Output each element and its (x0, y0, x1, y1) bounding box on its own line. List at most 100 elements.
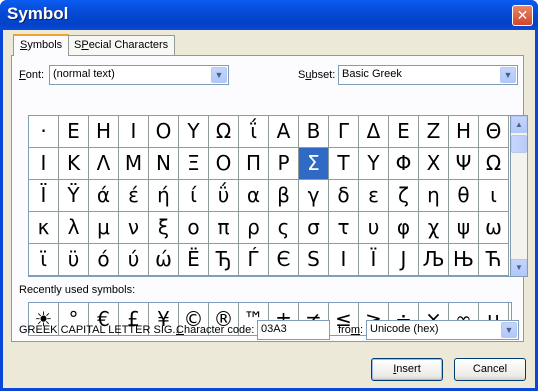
symbol-cell[interactable]: π (209, 212, 239, 244)
symbol-cell[interactable]: Ï (359, 244, 389, 276)
chevron-down-icon[interactable]: ▼ (211, 67, 227, 83)
scroll-up-icon[interactable]: ▲ (511, 116, 527, 133)
symbol-cell[interactable]: Υ (359, 148, 389, 180)
symbol-cell[interactable]: Χ (419, 148, 449, 180)
scroll-down-icon[interactable]: ▼ (511, 259, 527, 276)
symbol-cell[interactable]: ΐ (239, 116, 269, 148)
symbol-cell[interactable]: Ρ (269, 148, 299, 180)
symbol-cell[interactable]: Ψ (449, 148, 479, 180)
symbol-cell[interactable]: λ (59, 212, 89, 244)
symbol-cell[interactable]: υ (359, 212, 389, 244)
symbol-cell[interactable]: ω (479, 212, 509, 244)
symbol-cell[interactable]: Η (89, 116, 119, 148)
symbol-cell[interactable]: ξ (149, 212, 179, 244)
symbol-cell[interactable]: ή (149, 180, 179, 212)
font-dropdown[interactable]: (normal text) ▼ (49, 65, 229, 85)
symbol-cell[interactable]: Ѓ (239, 244, 269, 276)
tab-symbols[interactable]: Symbols (13, 34, 70, 56)
symbol-cell[interactable]: Λ (89, 148, 119, 180)
symbol-cell[interactable]: Є (269, 244, 299, 276)
tab-special-characters[interactable]: SPecial Characters (67, 35, 176, 55)
symbol-cell[interactable]: Η (449, 116, 479, 148)
symbol-cell[interactable]: Θ (479, 116, 509, 148)
symbol-cell[interactable]: Ћ (479, 244, 509, 276)
symbol-cell[interactable]: I (329, 244, 359, 276)
symbol-cell[interactable]: ς (269, 212, 299, 244)
symbol-cell[interactable]: ί (179, 180, 209, 212)
symbol-cell[interactable]: Љ (419, 244, 449, 276)
cancel-button[interactable]: Cancel (454, 358, 526, 381)
symbol-cell[interactable]: ο (179, 212, 209, 244)
symbol-cell[interactable]: Φ (389, 148, 419, 180)
insert-button[interactable]: Insert (371, 358, 443, 381)
symbol-cell[interactable]: κ (29, 212, 59, 244)
from-dropdown[interactable]: Unicode (hex) ▼ (366, 320, 519, 340)
symbol-cell[interactable]: ά (89, 180, 119, 212)
symbol-cell[interactable]: Ι (119, 116, 149, 148)
symbol-cell[interactable]: · (29, 116, 59, 148)
symbol-cell[interactable]: ϋ (59, 244, 89, 276)
symbol-cell[interactable]: ε (359, 180, 389, 212)
character-code-input[interactable]: 03A3 (257, 320, 330, 340)
symbol-cell[interactable]: Μ (119, 148, 149, 180)
symbol-cell[interactable]: Ϊ (29, 180, 59, 212)
symbol-cell[interactable]: ζ (389, 180, 419, 212)
symbol-cell[interactable]: Γ (329, 116, 359, 148)
symbol-cell[interactable]: β (269, 180, 299, 212)
symbol-cell[interactable]: έ (119, 180, 149, 212)
symbol-cell[interactable]: Σ (299, 148, 329, 180)
from-value: Unicode (hex) (370, 323, 439, 335)
symbol-cell[interactable]: Ω (479, 148, 509, 180)
symbol-cell[interactable]: Π (239, 148, 269, 180)
symbol-cell[interactable]: ρ (239, 212, 269, 244)
character-name: GREEK CAPITAL LETTER SIG... (19, 324, 182, 336)
symbol-cell[interactable]: Ω (209, 116, 239, 148)
symbol-cell[interactable]: Ë (179, 244, 209, 276)
symbol-cell[interactable]: Α (269, 116, 299, 148)
symbol-cell[interactable]: Њ (449, 244, 479, 276)
symbol-cell[interactable]: ϊ (29, 244, 59, 276)
scroll-thumb[interactable] (511, 135, 527, 153)
symbol-grid-scrollbar[interactable]: ▲ ▼ (511, 115, 528, 277)
symbol-cell[interactable]: ώ (149, 244, 179, 276)
symbol-cell[interactable]: Ο (149, 116, 179, 148)
subset-dropdown[interactable]: Basic Greek ▼ (338, 65, 518, 85)
symbol-cell[interactable]: ι (479, 180, 509, 212)
symbol-cell[interactable]: ΰ (209, 180, 239, 212)
symbol-cell[interactable]: Κ (59, 148, 89, 180)
symbol-cell[interactable]: ό (89, 244, 119, 276)
symbol-cell[interactable]: γ (299, 180, 329, 212)
chevron-down-icon[interactable]: ▼ (501, 322, 517, 338)
symbol-cell[interactable]: φ (389, 212, 419, 244)
symbol-cell[interactable]: Ι (29, 148, 59, 180)
symbol-cell[interactable]: ψ (449, 212, 479, 244)
symbol-cell[interactable]: ν (119, 212, 149, 244)
symbol-cell[interactable]: Ϋ (59, 180, 89, 212)
symbol-cell[interactable]: α (239, 180, 269, 212)
symbol-cell[interactable]: Ε (59, 116, 89, 148)
symbol-cell[interactable]: S (299, 244, 329, 276)
symbol-dialog: Symbol ✕ Symbols SPecial Characters Font… (0, 0, 538, 391)
symbol-cell[interactable]: J (389, 244, 419, 276)
symbol-cell[interactable]: σ (299, 212, 329, 244)
symbol-cell[interactable]: Ν (149, 148, 179, 180)
character-code-label: Character code: (176, 324, 255, 336)
symbol-cell[interactable]: Δ (359, 116, 389, 148)
symbol-cell[interactable]: Υ (179, 116, 209, 148)
symbol-cell[interactable]: θ (449, 180, 479, 212)
symbol-cell[interactable]: χ (419, 212, 449, 244)
symbol-cell[interactable]: Ο (209, 148, 239, 180)
symbol-cell[interactable]: μ (89, 212, 119, 244)
symbol-cell[interactable]: τ (329, 212, 359, 244)
symbol-cell[interactable]: Ε (389, 116, 419, 148)
close-button[interactable]: ✕ (512, 5, 533, 26)
symbol-cell[interactable]: Ђ (209, 244, 239, 276)
symbol-cell[interactable]: η (419, 180, 449, 212)
symbol-cell[interactable]: Ξ (179, 148, 209, 180)
symbol-cell[interactable]: δ (329, 180, 359, 212)
chevron-down-icon[interactable]: ▼ (500, 67, 516, 83)
symbol-cell[interactable]: Ζ (419, 116, 449, 148)
symbol-cell[interactable]: Β (299, 116, 329, 148)
symbol-cell[interactable]: Τ (329, 148, 359, 180)
symbol-cell[interactable]: ύ (119, 244, 149, 276)
